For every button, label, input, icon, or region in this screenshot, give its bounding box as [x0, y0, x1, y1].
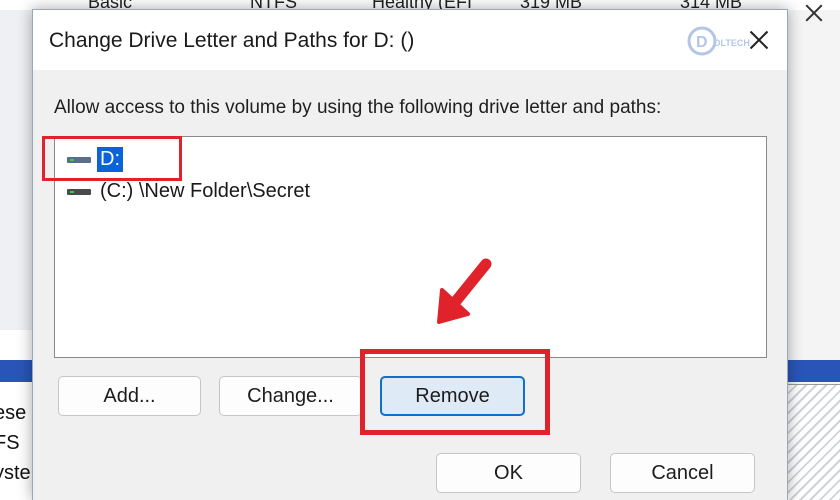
- background-partition-bar-left: [0, 360, 32, 382]
- ok-button[interactable]: OK: [436, 453, 581, 493]
- dialog-title: Change Drive Letter and Paths for D: (): [49, 29, 415, 52]
- title-bar[interactable]: Change Drive Letter and Paths for D: () …: [33, 10, 787, 70]
- add-button[interactable]: Add...: [58, 376, 201, 416]
- instruction-label: Allow access to this volume by using the…: [54, 97, 662, 118]
- background-partition-hatched: [788, 384, 840, 500]
- pointer-arrow-icon: [437, 258, 492, 324]
- background-text: yste: [0, 462, 31, 484]
- close-icon[interactable]: [739, 24, 779, 56]
- change-button[interactable]: Change...: [219, 376, 362, 416]
- background-close-icon[interactable]: [783, 0, 840, 30]
- highlight-box-remove: [360, 349, 550, 435]
- background-text: FS: [0, 432, 20, 454]
- svg-text:D: D: [696, 34, 708, 51]
- highlight-box-drive-d: [42, 136, 182, 181]
- background-partition-bar: [788, 360, 840, 382]
- list-item-label: (C:) \New Folder\Secret: [100, 179, 311, 202]
- background-text: ese: [0, 402, 27, 424]
- list-item-mount-path[interactable]: (C:) \New Folder\Secret: [67, 177, 313, 205]
- drive-icon: [67, 185, 93, 197]
- cancel-button[interactable]: Cancel: [610, 453, 755, 493]
